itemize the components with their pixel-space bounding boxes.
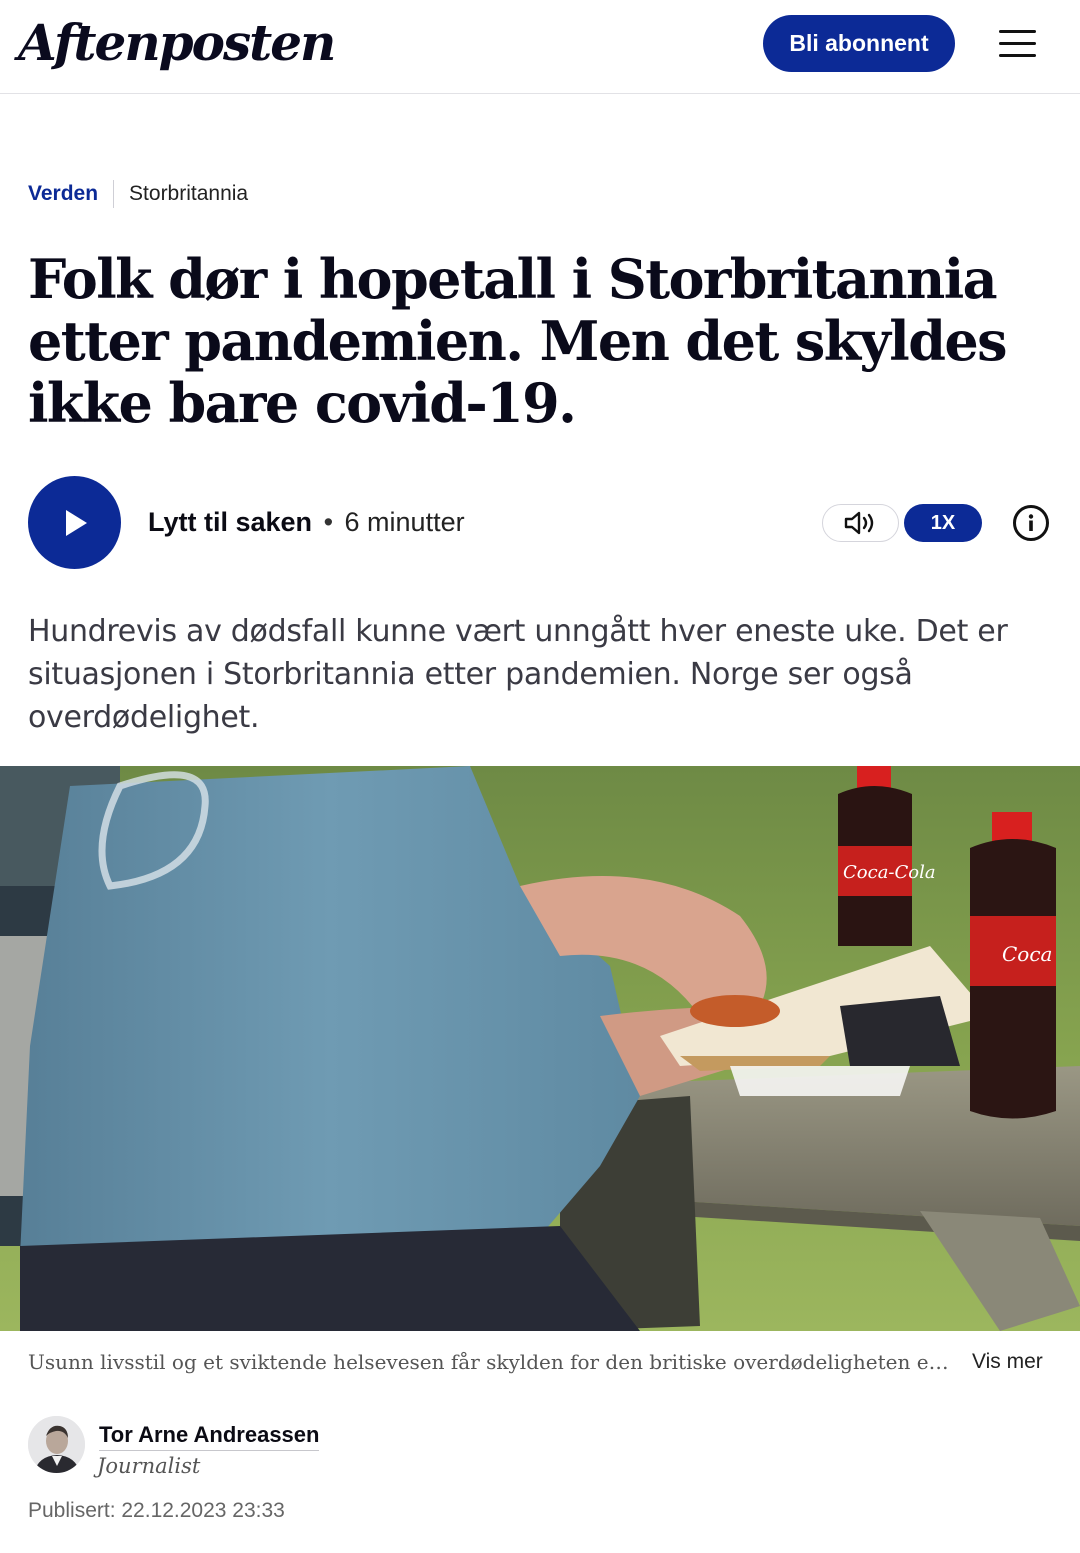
subscribe-button[interactable]: Bli abonnent bbox=[763, 15, 955, 72]
article-headline: Folk dør i hopetall i Storbritannia ette… bbox=[28, 247, 1008, 435]
top-bar: Aftenposten Bli abonnent bbox=[0, 0, 1080, 94]
article-lead: Hundrevis av dødsfall kunne vært unngått… bbox=[28, 614, 1008, 735]
menu-button[interactable] bbox=[995, 26, 1039, 62]
audio-info: Lytt til saken • 6 minutter bbox=[148, 503, 465, 541]
article-image[interactable]: Coca-Cola Coca bbox=[0, 766, 1080, 1331]
image-caption: Usunn livsstil og et sviktende helsevese… bbox=[28, 1350, 953, 1374]
author-role: Journalist bbox=[97, 1454, 201, 1478]
article-photo: Coca-Cola Coca bbox=[0, 766, 1080, 1331]
listen-separator: • bbox=[323, 507, 334, 537]
breadcrumb-divider bbox=[113, 180, 115, 208]
volume-button[interactable] bbox=[822, 504, 899, 542]
play-icon bbox=[66, 510, 87, 536]
audio-info-button[interactable] bbox=[1013, 505, 1049, 541]
breadcrumb: Verden Storbritannia bbox=[28, 178, 248, 210]
playback-speed-button[interactable]: 1X bbox=[904, 504, 982, 542]
breadcrumb-subsection-link[interactable]: Storbritannia bbox=[129, 182, 248, 206]
info-icon bbox=[1028, 514, 1034, 531]
author-avatar[interactable] bbox=[28, 1416, 85, 1473]
play-audio-button[interactable] bbox=[28, 476, 121, 569]
speaker-icon bbox=[844, 511, 874, 535]
hamburger-menu-icon bbox=[999, 54, 1036, 57]
hamburger-menu-icon bbox=[999, 30, 1036, 33]
breadcrumb-section-link[interactable]: Verden bbox=[28, 182, 98, 206]
author-photo bbox=[28, 1416, 85, 1473]
svg-text:Coca-Cola: Coca-Cola bbox=[843, 862, 936, 883]
caption-show-more-button[interactable]: Vis mer bbox=[972, 1348, 1043, 1376]
author-name-link[interactable]: Tor Arne Andreassen bbox=[99, 1420, 320, 1451]
hamburger-menu-icon bbox=[999, 42, 1036, 45]
svg-text:Coca: Coca bbox=[1002, 942, 1052, 966]
listen-duration: 6 minutter bbox=[344, 507, 465, 537]
published-timestamp: Publisert: 22.12.2023 23:33 bbox=[28, 1499, 285, 1522]
aftenposten-logo[interactable]: Aftenposten bbox=[18, 8, 336, 78]
listen-label: Lytt til saken bbox=[148, 507, 313, 537]
